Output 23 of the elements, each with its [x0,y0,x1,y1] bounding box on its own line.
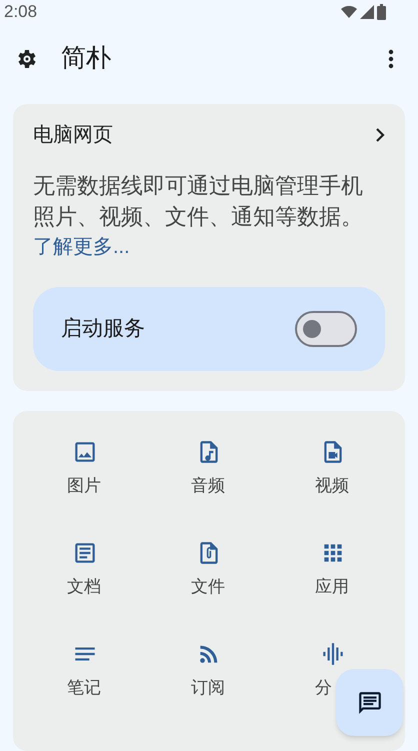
feature-label: 视频 [315,475,350,497]
feature-label: 应用 [315,576,350,598]
feature-label: 订阅 [191,677,226,699]
card-title: 电脑网页 [33,123,113,148]
message-fab[interactable] [336,669,403,736]
feature-label: 文档 [67,576,102,598]
wifi-icon [341,6,357,18]
feature-label: 笔记 [67,677,102,699]
service-label: 启动服务 [61,316,145,342]
signal-icon [360,5,374,19]
feature-label: 音频 [191,475,226,497]
card-description: 无需数据线即可通过电脑管理手机照片、视频、文件、通知等数据。 [33,172,364,231]
chevron-right-icon[interactable] [375,128,385,142]
status-time: 2:08 [4,1,38,24]
service-switch[interactable] [295,311,357,347]
battery-icon [377,4,386,20]
more-icon[interactable] [388,49,394,69]
message-icon [356,690,382,716]
feature-label: 分 [315,677,333,699]
learn-more-link[interactable]: 了解更多... [33,232,130,263]
app-title: 简朴 [61,43,111,74]
feature-label: 文件 [191,576,226,598]
feature-label: 图片 [67,475,102,497]
